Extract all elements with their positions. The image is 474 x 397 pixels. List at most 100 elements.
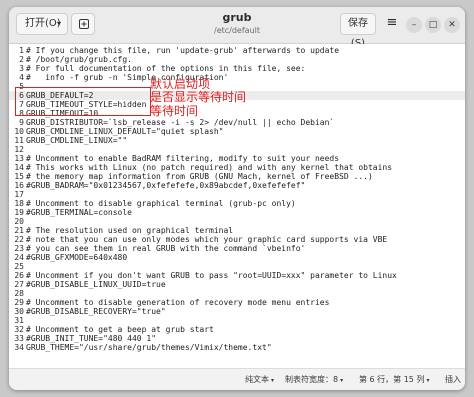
line-text: # you can see them in real GRUB with the… <box>26 244 306 253</box>
line-number: 14 <box>14 163 24 172</box>
line-number: 27 <box>14 280 24 289</box>
editor-line[interactable]: 29 # Uncomment to disable generation of r… <box>9 298 465 307</box>
line-text: GRUB_CMDLINE_LINUX_DEFAULT="quiet splash… <box>26 127 224 136</box>
status-bar: 纯文本 ▾ 制表符宽度：8 ▾ 第 6 行，第 15 列 ▾ 插入 <box>9 368 465 390</box>
line-text: # Uncomment to disable graphical termina… <box>26 199 296 208</box>
line-number: 26 <box>14 271 24 280</box>
editor-line[interactable]: 20 <box>9 217 465 226</box>
line-number: 18 <box>14 199 24 208</box>
editor-line[interactable]: 18 # Uncomment to disable graphical termi… <box>9 199 465 208</box>
editor-line[interactable]: 21 # The resolution used on graphical ter… <box>9 226 465 235</box>
editor-line[interactable]: 33 #GRUB_INIT_TUNE="480 440 1" <box>9 334 465 343</box>
line-number: 13 <box>14 154 24 163</box>
line-number: 33 <box>14 334 24 343</box>
editor-line[interactable]: 11 GRUB_CMDLINE_LINUX="" <box>9 136 465 145</box>
editor-line[interactable]: 28 <box>9 289 465 298</box>
editor-line[interactable]: 17 <box>9 190 465 199</box>
line-number: 24 <box>14 253 24 262</box>
highlight-box <box>15 87 151 116</box>
open-button[interactable]: 打开(O) ▾ <box>16 13 68 35</box>
editor-line[interactable]: 10 GRUB_CMDLINE_LINUX_DEFAULT="quiet spla… <box>9 127 465 136</box>
editor-line[interactable]: 25 <box>9 262 465 271</box>
maximize-icon[interactable]: □ <box>425 17 441 33</box>
window-title-area: grub /etc/default <box>149 11 325 36</box>
editor-line[interactable]: 30 #GRUB_DISABLE_RECOVERY="true" <box>9 307 465 316</box>
editor-line[interactable]: 23 # you can see them in real GRUB with t… <box>9 244 465 253</box>
line-number: 19 <box>14 208 24 217</box>
insert-mode-indicator: 插入 <box>445 375 461 384</box>
format-selector[interactable]: 纯文本 ▾ <box>245 369 274 390</box>
header-bar: 打开(O) ▾ grub /etc/default 保存(S) ≡ – □ ✕ <box>9 7 465 49</box>
editor-line[interactable]: 4 # info -f grub -n 'Simple configuration… <box>9 73 465 82</box>
text-editor-area[interactable]: 1 # If you change this file, run 'update-… <box>9 44 465 368</box>
line-text: #GRUB_DISABLE_LINUX_UUID=true <box>26 280 166 289</box>
line-text: GRUB_DISTRIBUTOR=`lsb_release -i -s 2> /… <box>26 118 335 127</box>
line-text: #GRUB_TERMINAL=console <box>26 208 132 217</box>
editor-line[interactable]: 19 #GRUB_TERMINAL=console <box>9 208 465 217</box>
editor-line[interactable]: 16 #GRUB_BADRAM="0x01234567,0xfefefefe,0x… <box>9 181 465 190</box>
line-text: # Uncomment to get a beep at grub start <box>26 325 214 334</box>
window-title: grub <box>222 11 252 24</box>
new-document-icon <box>79 19 89 29</box>
chevron-down-icon: ▾ <box>340 377 344 384</box>
editor-line[interactable]: 2 # /boot/grub/grub.cfg. <box>9 55 465 64</box>
minimize-icon[interactable]: – <box>406 17 422 33</box>
save-button[interactable]: 保存(S) <box>340 13 376 49</box>
hamburger-menu-icon[interactable]: ≡ <box>381 13 403 35</box>
line-text: # Uncomment if you don't want GRUB to pa… <box>26 271 397 280</box>
line-text: # /boot/grub/grub.cfg. <box>26 55 132 64</box>
line-text: # note that you can use only modes which… <box>26 235 388 244</box>
editor-line[interactable]: 12 <box>9 145 465 154</box>
line-text: # For full documentation of the options … <box>26 64 306 73</box>
line-text: #GRUB_INIT_TUNE="480 440 1" <box>26 334 157 343</box>
line-number: 30 <box>14 307 24 316</box>
line-text: #GRUB_DISABLE_RECOVERY="true" <box>26 307 166 316</box>
annotation-default-entry: 默认启动项 <box>150 77 211 91</box>
tab-width-selector[interactable]: 制表符宽度：8 ▾ <box>285 369 343 390</box>
editor-line[interactable]: 24 #GRUB_GFXMODE=640x480 <box>9 253 465 262</box>
line-number: 22 <box>14 235 24 244</box>
chevron-down-icon: ▾ <box>56 19 61 28</box>
line-text: # the memory map information from GRUB (… <box>26 172 373 181</box>
editor-line[interactable]: 3 # For full documentation of the options… <box>9 64 465 73</box>
line-number: 12 <box>14 145 24 154</box>
annotation-timeout-style: 是否显示等待时间 <box>150 90 247 104</box>
line-number: 1 <box>19 46 24 55</box>
close-icon[interactable]: ✕ <box>444 17 460 33</box>
editor-line[interactable]: 14 # This works with Linux (no patch requ… <box>9 163 465 172</box>
line-number: 3 <box>19 64 24 73</box>
new-document-button[interactable] <box>71 13 95 35</box>
line-number: 9 <box>19 118 24 127</box>
editor-line[interactable]: 15 # the memory map information from GRUB… <box>9 172 465 181</box>
window-subtitle-path: /etc/default <box>214 26 260 35</box>
line-number: 4 <box>19 73 24 82</box>
line-number: 23 <box>14 244 24 253</box>
line-number: 10 <box>14 127 24 136</box>
line-number: 21 <box>14 226 24 235</box>
line-number: 15 <box>14 172 24 181</box>
line-text: # This works with Linux (no patch requir… <box>26 163 393 172</box>
format-label: 纯文本 <box>245 375 269 384</box>
line-text: # The resolution used on graphical termi… <box>26 226 234 235</box>
editor-line[interactable]: 32 # Uncomment to get a beep at grub star… <box>9 325 465 334</box>
editor-line[interactable]: 13 # Uncomment to enable BadRAM filtering… <box>9 154 465 163</box>
annotation-timeout: 等待时间 <box>150 104 199 118</box>
line-text: # Uncomment to disable generation of rec… <box>26 298 330 307</box>
editor-line[interactable]: 34 GRUB_THEME="/usr/share/grub/themes/Vim… <box>9 343 465 352</box>
line-number: 17 <box>14 190 24 199</box>
editor-line[interactable]: 9 GRUB_DISTRIBUTOR=`lsb_release -i -s 2> … <box>9 118 465 127</box>
editor-line[interactable]: 26 # Uncomment if you don't want GRUB to … <box>9 271 465 280</box>
line-number: 2 <box>19 55 24 64</box>
tab-width-label: 制表符宽度：8 <box>285 375 339 384</box>
open-button-label: 打开(O) <box>25 18 61 29</box>
editor-line[interactable]: 31 <box>9 316 465 325</box>
line-number: 28 <box>14 289 24 298</box>
editor-line[interactable]: 27 #GRUB_DISABLE_LINUX_UUID=true <box>9 280 465 289</box>
chevron-down-icon: ▾ <box>426 377 430 384</box>
editor-line[interactable]: 1 # If you change this file, run 'update-… <box>9 46 465 55</box>
editor-line[interactable]: 22 # note that you can use only modes whi… <box>9 235 465 244</box>
line-text: GRUB_CMDLINE_LINUX="" <box>26 136 128 145</box>
cursor-position-selector[interactable]: 第 6 行，第 15 列 ▾ <box>359 369 429 390</box>
line-number: 34 <box>14 343 24 352</box>
line-number: 32 <box>14 325 24 334</box>
